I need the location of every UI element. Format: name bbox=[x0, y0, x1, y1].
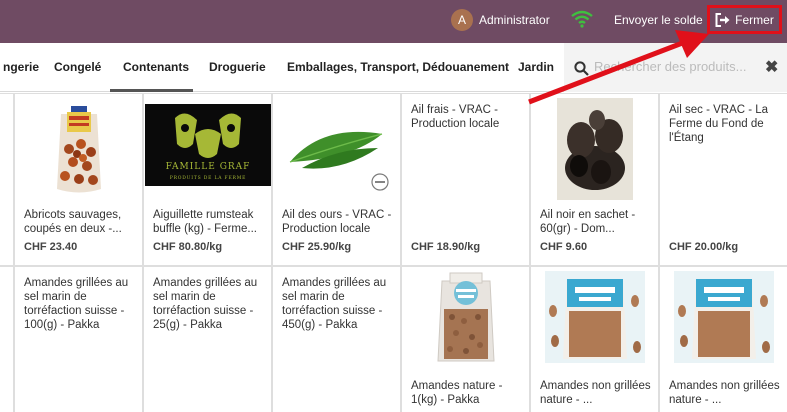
clear-search-icon[interactable]: ✖ bbox=[765, 57, 778, 77]
product-name: Amandes grillées au sel marin de torréfa… bbox=[282, 277, 387, 331]
search-box: ✖ bbox=[564, 43, 787, 92]
product-card[interactable]: Amandes non grillées nature - ... bbox=[531, 267, 658, 412]
search-input[interactable] bbox=[594, 59, 754, 74]
product-card[interactable]: Abricots sauvages, coupés en deux -... C… bbox=[15, 94, 142, 265]
product-card-partial[interactable] bbox=[0, 94, 13, 265]
product-image bbox=[15, 104, 142, 197]
logo-text: FAMILLE GRAF bbox=[165, 162, 250, 172]
product-card[interactable]: Amandes non grillées nature - ... bbox=[660, 267, 787, 412]
category-tab[interactable]: Congelé bbox=[54, 60, 101, 74]
category-tab[interactable]: Emballages, Transport, Dédouanement bbox=[287, 60, 509, 74]
category-tab[interactable]: Jardin bbox=[518, 60, 554, 74]
product-grid: Abricots sauvages, coupés en deux -... C… bbox=[0, 93, 787, 412]
category-tab[interactable]: ngerie bbox=[3, 60, 39, 74]
user-name: Administrator bbox=[479, 13, 550, 27]
product-card-partial[interactable] bbox=[0, 267, 13, 412]
product-name: Amandes non grillées nature - ... bbox=[540, 380, 651, 406]
product-card[interactable]: Amandes grillées au sel marin de torréfa… bbox=[15, 267, 142, 412]
product-card[interactable]: Ail noir en sachet - 60(gr) - Dom... CHF… bbox=[531, 94, 658, 265]
product-image bbox=[273, 104, 400, 197]
product-name: Ail sec - VRAC - La Ferme du Fond de l'É… bbox=[669, 104, 769, 144]
user-menu[interactable]: A Administrator bbox=[451, 8, 550, 32]
wifi-icon bbox=[571, 10, 593, 28]
product-card[interactable]: Amandes grillées au sel marin de torréfa… bbox=[144, 267, 271, 412]
product-name: Aiguillette rumsteak buffle (kg) - Ferme… bbox=[153, 209, 257, 235]
product-image: FAMILLE GRAF PRODUITS DE LA FERME bbox=[144, 104, 271, 197]
search-icon bbox=[574, 61, 589, 76]
category-tab-active[interactable]: Contenants bbox=[123, 60, 189, 74]
product-card[interactable]: Amandes grillées au sel marin de torréfa… bbox=[273, 267, 400, 412]
send-balance-button[interactable]: Envoyer le solde bbox=[614, 13, 703, 27]
product-image bbox=[531, 271, 658, 370]
top-bar: A Administrator Envoyer le solde Fermer bbox=[0, 0, 787, 43]
product-name: Ail des ours - VRAC - Production locale bbox=[282, 209, 392, 235]
product-name: Amandes nature - 1(kg) - Pakka bbox=[411, 380, 503, 406]
product-price: CHF 25.90/kg bbox=[282, 241, 352, 253]
product-name: Amandes non grillées nature - ... bbox=[669, 380, 780, 406]
close-label: Fermer bbox=[735, 12, 774, 27]
product-image bbox=[660, 271, 787, 370]
product-name: Amandes grillées au sel marin de torréfa… bbox=[153, 277, 258, 331]
product-card[interactable]: Amandes nature - 1(kg) - Pakka bbox=[402, 267, 529, 412]
product-card[interactable]: Ail sec - VRAC - La Ferme du Fond de l'É… bbox=[660, 94, 787, 265]
product-card[interactable]: Ail frais - VRAC - Production locale CHF… bbox=[402, 94, 529, 265]
product-name: Abricots sauvages, coupés en deux -... bbox=[24, 209, 122, 235]
logo-subtext: PRODUITS DE LA FERME bbox=[169, 175, 245, 181]
product-image bbox=[402, 272, 529, 370]
product-name: Ail noir en sachet - 60(gr) - Dom... bbox=[540, 209, 636, 235]
product-name: Amandes grillées au sel marin de torréfa… bbox=[24, 277, 129, 331]
close-button[interactable]: Fermer bbox=[707, 5, 782, 34]
category-bar: ngerie Congelé Contenants Droguerie Emba… bbox=[0, 43, 787, 92]
product-card[interactable]: FAMILLE GRAF PRODUITS DE LA FERME Aiguil… bbox=[144, 94, 271, 265]
product-price: CHF 20.00/kg bbox=[669, 241, 739, 253]
product-image bbox=[531, 98, 658, 200]
product-name: Ail frais - VRAC - Production locale bbox=[411, 104, 500, 130]
avatar: A bbox=[451, 9, 473, 31]
product-price: CHF 80.80/kg bbox=[153, 241, 223, 253]
product-card[interactable]: Ail des ours - VRAC - Production locale … bbox=[273, 94, 400, 265]
active-tab-indicator bbox=[110, 89, 193, 92]
category-tab[interactable]: Droguerie bbox=[209, 60, 266, 74]
product-price: CHF 23.40 bbox=[24, 241, 78, 253]
product-price: CHF 9.60 bbox=[540, 241, 588, 253]
sign-out-icon bbox=[715, 12, 730, 27]
product-price: CHF 18.90/kg bbox=[411, 241, 481, 253]
